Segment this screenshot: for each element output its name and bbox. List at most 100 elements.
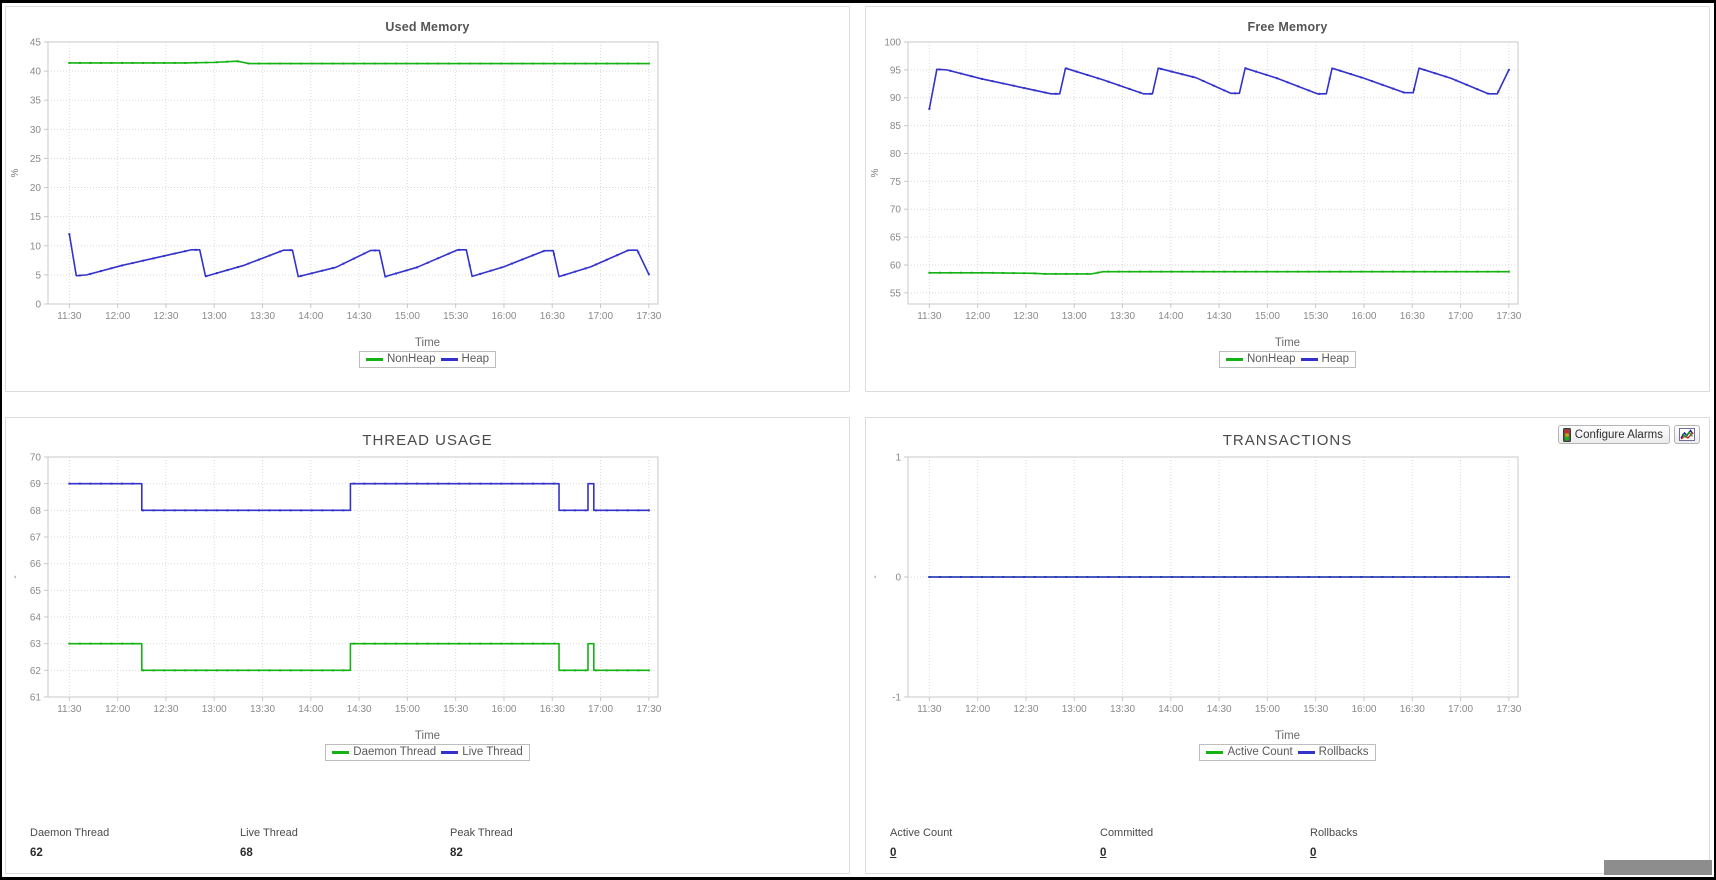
svg-text:63: 63	[30, 639, 42, 650]
svg-text:13:30: 13:30	[1110, 704, 1135, 715]
svg-text:13:00: 13:00	[1062, 704, 1087, 715]
svg-text:67: 67	[30, 533, 42, 544]
legend-item-rollbacks: Rollbacks	[1297, 746, 1369, 758]
stat-value-peak-thread: 82	[450, 847, 463, 859]
stat-label-live-thread: Live Thread	[240, 827, 298, 839]
svg-text:16:30: 16:30	[540, 311, 565, 322]
svg-text:12:00: 12:00	[105, 704, 130, 715]
monitoring-dashboard: Used Memory 0 5 10 15 20 25 30 35 40 45 11:30 12:00…	[0, 0, 1716, 880]
stat-active-count: Active Count 0	[890, 827, 1100, 859]
svg-text:15:30: 15:30	[443, 704, 468, 715]
legend-swatch-nonheap	[1225, 357, 1243, 361]
legend-swatch-live-thread	[441, 750, 459, 754]
transaction-stats-row: Active Count 0 Committed 0 Rollbacks 0	[866, 827, 1709, 859]
svg-text:14:00: 14:00	[298, 704, 323, 715]
stat-daemon-thread: Daemon Thread 62	[30, 827, 240, 859]
svg-text:15:30: 15:30	[1303, 704, 1328, 715]
svg-text:17:30: 17:30	[1496, 311, 1521, 322]
panel-transactions: Configure Alarms TRANSACTIONS -1 0 1 11:…	[858, 414, 1714, 877]
legend-label-nonheap: NonHeap	[386, 353, 436, 365]
svg-text:16:00: 16:00	[491, 704, 516, 715]
legend-item-heap: Heap	[1300, 353, 1349, 365]
svg-text:12:30: 12:30	[153, 704, 178, 715]
legend-label-daemon-thread: Daemon Thread	[353, 746, 437, 758]
svg-text:16:30: 16:30	[1400, 311, 1425, 322]
svg-text:1: 1	[895, 453, 901, 464]
thread-usage-svg: 61 62 63 64 65 66 67 68 69 70 11:30 12:00 12:30 13:00…	[10, 453, 662, 716]
svg-text:16:30: 16:30	[540, 704, 565, 715]
svg-text:13:30: 13:30	[250, 311, 275, 322]
stat-committed: Committed 0	[1100, 827, 1310, 859]
free-memory-xaxis-label: Time	[1274, 337, 1301, 349]
svg-text:12:30: 12:30	[1013, 311, 1038, 322]
svg-text:-: -	[10, 575, 21, 578]
traffic-light-icon	[1562, 427, 1571, 442]
svg-text:70: 70	[890, 205, 902, 216]
legend-label-nonheap: NonHeap	[1246, 353, 1296, 365]
svg-text:16:00: 16:00	[1351, 311, 1376, 322]
svg-text:16:30: 16:30	[1400, 704, 1425, 715]
legend-label-live-thread: Live Thread	[462, 746, 523, 758]
horizontal-scrollbar-thumb[interactable]	[1604, 860, 1712, 875]
svg-text:12:30: 12:30	[153, 311, 178, 322]
svg-text:%: %	[870, 168, 881, 177]
svg-text:5: 5	[35, 270, 41, 281]
thread-stats-row: Daemon Thread 62 Live Thread 68 Peak Thr…	[6, 827, 849, 859]
svg-text:90: 90	[890, 93, 902, 104]
svg-text:14:30: 14:30	[1207, 704, 1232, 715]
thread-usage-plot: 61 62 63 64 65 66 67 68 69 70 11:30 12:00 12:30 13:00…	[6, 449, 849, 727]
legend-swatch-heap	[1300, 357, 1318, 361]
svg-text:55: 55	[890, 288, 902, 299]
svg-text:69: 69	[30, 479, 42, 490]
svg-text:11:30: 11:30	[57, 704, 82, 715]
svg-text:0: 0	[895, 573, 901, 584]
stat-value-committed[interactable]: 0	[1100, 847, 1310, 859]
panel-grid: Used Memory 0 5 10 15 20 25 30 35 40 45 11:30 12:00…	[2, 3, 1714, 877]
free-memory-legend: NonHeap Heap	[866, 351, 1709, 368]
svg-text:11:30: 11:30	[917, 311, 942, 322]
svg-text:14:30: 14:30	[347, 311, 372, 322]
used-memory-title: Used Memory	[385, 20, 470, 34]
thread-usage-title: THREAD USAGE	[362, 432, 493, 449]
svg-text:45: 45	[30, 38, 42, 49]
svg-text:16:00: 16:00	[491, 311, 516, 322]
stat-rollbacks: Rollbacks 0	[1310, 827, 1520, 859]
chart-image-button[interactable]	[1674, 425, 1700, 444]
svg-text:0: 0	[35, 300, 41, 311]
panel-used-memory: Used Memory 0 5 10 15 20 25 30 35 40 45 11:30 12:00…	[2, 3, 858, 414]
svg-text:17:30: 17:30	[636, 704, 661, 715]
configure-alarms-button[interactable]: Configure Alarms	[1557, 425, 1670, 444]
svg-text:14:30: 14:30	[347, 704, 372, 715]
svg-text:15:30: 15:30	[1303, 311, 1328, 322]
svg-text:62: 62	[30, 666, 42, 677]
svg-text:15:30: 15:30	[443, 311, 468, 322]
svg-text:68: 68	[30, 506, 42, 517]
stat-value-rollbacks[interactable]: 0	[1310, 847, 1520, 859]
svg-text:61: 61	[30, 693, 42, 704]
svg-text:12:00: 12:00	[965, 704, 990, 715]
thread-usage-xaxis-label: Time	[414, 730, 441, 742]
panel-thread-usage: THREAD USAGE 61 62 63 64 65 66 67 68 69 70 11:30 12…	[2, 414, 858, 877]
stat-label-peak-thread: Peak Thread	[450, 827, 513, 839]
svg-text:15:00: 15:00	[395, 311, 420, 322]
svg-text:14:30: 14:30	[1207, 311, 1232, 322]
svg-text:13:00: 13:00	[202, 704, 227, 715]
svg-text:11:30: 11:30	[57, 311, 82, 322]
svg-text:20: 20	[30, 183, 42, 194]
legend-label-rollbacks: Rollbacks	[1318, 746, 1369, 758]
transactions-xaxis-label: Time	[1274, 730, 1301, 742]
stat-label-daemon-thread: Daemon Thread	[30, 827, 110, 839]
stat-peak-thread: Peak Thread 82	[450, 827, 660, 859]
svg-text:25: 25	[30, 154, 42, 165]
used-memory-plot: 0 5 10 15 20 25 30 35 40 45 11:30 12:00 12:30 13:00 13…	[6, 34, 849, 334]
svg-text:10: 10	[30, 241, 42, 252]
stat-label-active-count: Active Count	[890, 827, 953, 839]
transactions-toolbar: Configure Alarms	[1557, 425, 1700, 444]
free-memory-svg: 55 60 65 70 75 80 85 90 95 100 11:30 12:00 12:30 13:0…	[870, 38, 1522, 323]
svg-text:17:00: 17:00	[588, 311, 613, 322]
svg-text:-: -	[870, 575, 881, 578]
legend-swatch-daemon-thread	[332, 750, 350, 754]
svg-text:17:00: 17:00	[588, 704, 613, 715]
stat-value-active-count[interactable]: 0	[890, 847, 1100, 859]
svg-text:65: 65	[890, 233, 902, 244]
